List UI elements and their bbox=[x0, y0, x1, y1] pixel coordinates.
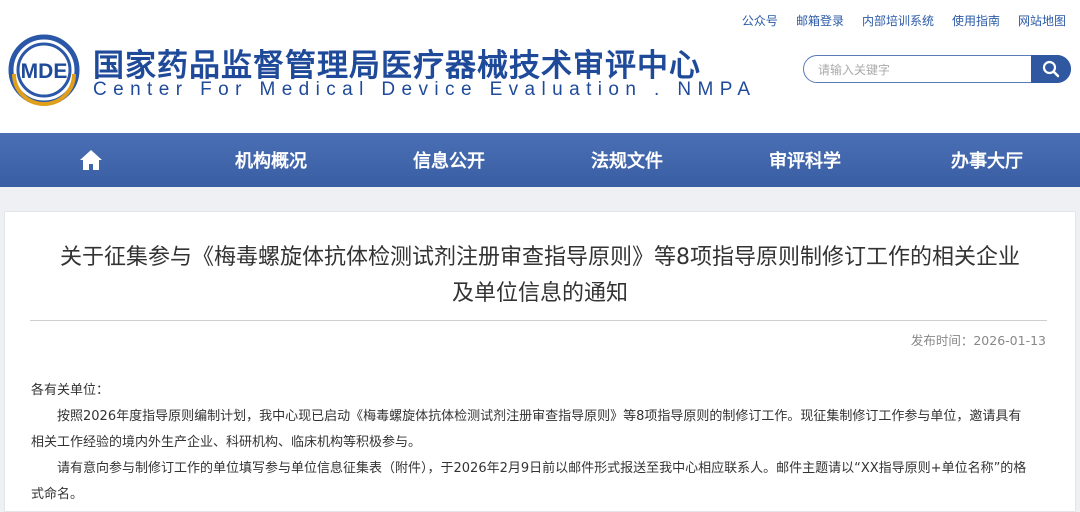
article-title: 关于征集参与《梅毒螺旋体抗体检测试剂注册审查指导原则》等8项指导原则制修订工作的… bbox=[4, 240, 1076, 312]
publish-date-value: 2026-01-13 bbox=[973, 333, 1046, 348]
header: 公众号 邮箱登录 内部培训系统 使用指南 网站地图 MDE 国家药品监督管理局医… bbox=[0, 0, 1080, 133]
nav-item-review-science[interactable]: 审评科学 bbox=[716, 133, 894, 187]
title-divider bbox=[30, 320, 1047, 321]
home-icon bbox=[80, 150, 102, 170]
logo-icon[interactable]: MDE bbox=[6, 34, 84, 106]
search-button[interactable] bbox=[1031, 55, 1071, 83]
search-input[interactable] bbox=[816, 60, 1030, 80]
link-training-system[interactable]: 内部培训系统 bbox=[862, 12, 934, 29]
search-box bbox=[803, 55, 1071, 83]
search-icon bbox=[1042, 60, 1060, 78]
article-title-line2: 及单位信息的通知 bbox=[451, 281, 628, 306]
nav-home[interactable] bbox=[0, 133, 182, 187]
link-mail-login[interactable]: 邮箱登录 bbox=[796, 12, 844, 29]
site-title-en: Center For Medical Device Evaluation . N… bbox=[93, 79, 757, 100]
link-sitemap[interactable]: 网站地图 bbox=[1018, 12, 1066, 29]
nav-item-about[interactable]: 机构概况 bbox=[182, 133, 360, 187]
top-links: 公众号 邮箱登录 内部培训系统 使用指南 网站地图 bbox=[742, 12, 1066, 29]
link-user-guide[interactable]: 使用指南 bbox=[952, 12, 1000, 29]
publish-date: 发布时间：2026-01-13 bbox=[911, 330, 1046, 349]
nav-item-service-hall[interactable]: 办事大厅 bbox=[894, 133, 1080, 187]
svg-text:MDE: MDE bbox=[21, 60, 68, 83]
paragraph-1: 按照2026年度指导原则编制计划，我中心现已启动《梅毒螺旋体抗体检测试剂注册审查… bbox=[31, 409, 1022, 450]
nav-item-info[interactable]: 信息公开 bbox=[360, 133, 538, 187]
article-title-line1: 关于征集参与《梅毒螺旋体抗体检测试剂注册审查指导原则》等8项指导原则制修订工作的… bbox=[59, 245, 1020, 270]
publish-date-label: 发布时间： bbox=[910, 333, 974, 348]
salutation: 各有关单位： bbox=[31, 383, 110, 398]
paragraph-2: 请有意向参与制修订工作的单位填写参与单位信息征集表（附件），于2026年2月9日… bbox=[31, 461, 1027, 502]
nav-item-regulations[interactable]: 法规文件 bbox=[538, 133, 716, 187]
link-wechat[interactable]: 公众号 bbox=[742, 12, 778, 29]
article-body: 各有关单位： 按照2026年度指导原则编制计划，我中心现已启动《梅毒螺旋体抗体检… bbox=[31, 378, 1031, 508]
main-nav: 机构概况 信息公开 法规文件 审评科学 办事大厅 bbox=[0, 133, 1080, 187]
